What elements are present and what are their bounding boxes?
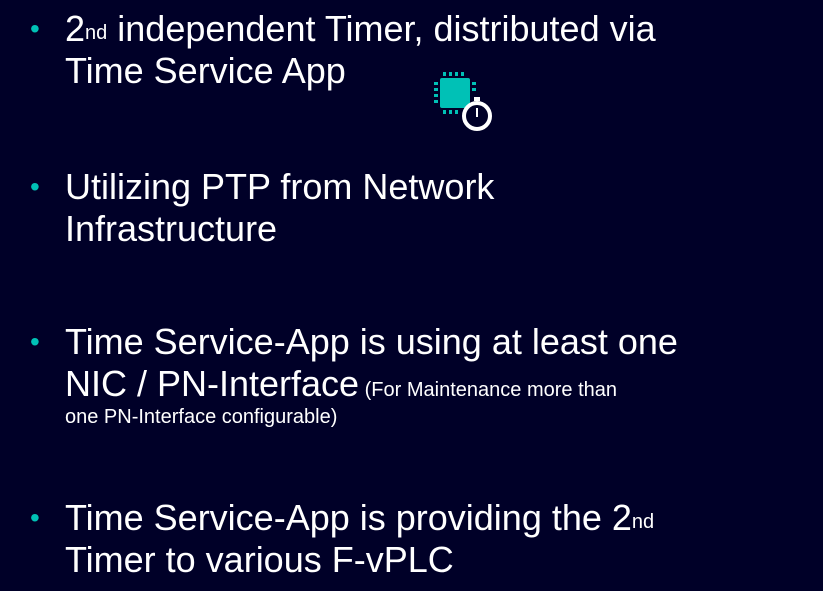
bullet-3-main-text: NIC / PN-Interface <box>65 363 360 404</box>
bullet-2-line-1: Utilizing PTP from Network <box>65 166 495 207</box>
bullet-4-superscript: nd <box>631 511 655 533</box>
bullet-marker: • <box>30 326 40 357</box>
bullet-marker: • <box>30 13 40 44</box>
bullet-marker: • <box>30 171 40 202</box>
timer-chip-icon <box>434 72 492 131</box>
bullet-4-line-1: Time Service-App is providing the 2nd <box>65 497 654 539</box>
bullet-item-2: • Utilizing PTP from Network Infrastruct… <box>0 166 823 250</box>
bullet-item-1: • 2nd independent Timer, distributed via… <box>0 8 823 131</box>
bullet-marker: • <box>30 502 40 533</box>
bullet-3-note-text: (For Maintenance more than <box>359 379 617 401</box>
bullet-3-line-1: Time Service-App is using at least one <box>65 321 678 362</box>
bullet-1-line-2: Time Service App <box>65 50 346 91</box>
bullet-4-text: Time Service-App is providing the 2 <box>65 497 632 538</box>
bullet-3-line-3: one PN-Interface configurable) <box>65 406 338 428</box>
bullet-4-line-2: Timer to various F-vPLC <box>65 539 454 580</box>
bullet-1-text: independent Timer, distributed via <box>107 8 656 49</box>
bullet-1-line-1: 2nd independent Timer, distributed via <box>65 8 656 50</box>
bullet-2-line-2: Infrastructure <box>65 208 278 249</box>
bullet-item-3: • Time Service-App is using at least one… <box>0 321 823 433</box>
bullet-1-prefix: 2 <box>65 8 86 49</box>
bullet-item-4: • Time Service-App is providing the 2nd … <box>0 497 823 581</box>
bullet-1-superscript: nd <box>85 22 108 44</box>
slide: • 2nd independent Timer, distributed via… <box>0 0 823 591</box>
